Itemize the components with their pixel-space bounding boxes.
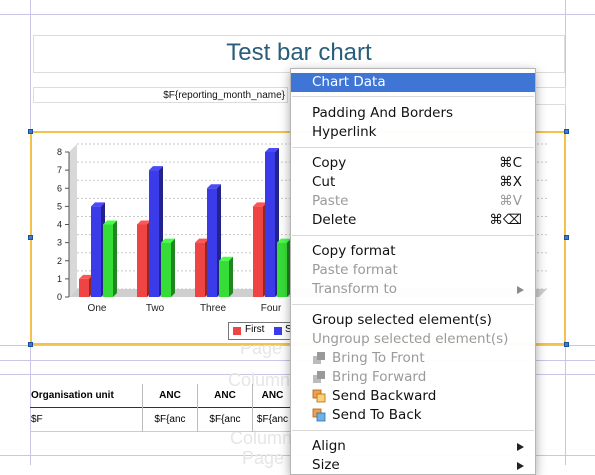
y-tick-label: 1: [57, 274, 62, 284]
bar: [103, 224, 113, 297]
menu-item-ungroup: Ungroup selected element(s): [312, 331, 509, 347]
resize-handle-w[interactable]: [28, 235, 33, 240]
menu-item-group[interactable]: Group selected element(s): [291, 311, 535, 330]
bar: [207, 188, 217, 297]
bar: [253, 206, 263, 297]
table-header-cell[interactable]: ANC: [142, 384, 198, 408]
send-backward-icon: [312, 389, 326, 403]
menu-item-copy[interactable]: Copy ⌘C: [291, 154, 535, 173]
x-tick-label: Three: [200, 303, 227, 314]
menu-item-padding-borders[interactable]: Padding And Borders: [291, 104, 535, 123]
y-tick-label: 7: [57, 165, 62, 175]
band-label: Page: [242, 448, 285, 468]
bar: [161, 242, 171, 297]
x-tick-label: One: [88, 303, 107, 314]
table-header-cell[interactable]: ANC: [197, 384, 253, 408]
table-row: $F $F{anc $F{anc $F{anc: [30, 407, 293, 432]
x-tick-label: Four: [261, 303, 282, 314]
submenu-arrow-icon: [517, 286, 524, 294]
bar: [195, 242, 205, 297]
context-menu: Chart Data Padding And Borders Hyperlink…: [290, 68, 536, 475]
menu-item-paste: Paste ⌘V: [312, 193, 522, 209]
bring-to-front-icon: [313, 352, 325, 364]
bar: [137, 224, 147, 297]
send-to-back-icon: [312, 408, 326, 422]
data-table: Organisation unit ANC ANC ANC $F $F{anc …: [30, 384, 292, 432]
bar: [79, 278, 89, 297]
menu-separator: [292, 430, 534, 431]
legend-label: First: [245, 324, 265, 335]
menu-separator: [292, 304, 534, 305]
resize-handle-ne[interactable]: [564, 129, 569, 134]
chart-legend: First S: [228, 322, 292, 340]
menu-item-copy-format[interactable]: Copy format: [291, 242, 535, 261]
resize-handle-e[interactable]: [564, 235, 569, 240]
subtitle-field-extra[interactable]: [535, 87, 566, 105]
legend-swatch: [274, 327, 282, 335]
bar: [91, 206, 101, 297]
menu-item-size[interactable]: Size: [291, 456, 535, 474]
menu-separator: [292, 96, 534, 97]
menu-item-paste-format: Paste format: [312, 262, 398, 278]
menu-item-bring-to-front: Bring To Front: [291, 349, 535, 368]
y-tick-label: 2: [57, 256, 62, 266]
bar: [277, 242, 287, 297]
bar-side: [229, 256, 233, 297]
y-tick-label: 8: [57, 147, 62, 157]
table-header-cell[interactable]: ANC: [253, 384, 293, 408]
menu-item-align[interactable]: Align: [291, 437, 535, 456]
menu-item-hyperlink[interactable]: Hyperlink: [291, 123, 535, 142]
table-header-row: Organisation unit ANC ANC ANC: [30, 384, 292, 408]
y-tick-label: 6: [57, 183, 62, 193]
y-tick-label: 0: [57, 292, 62, 302]
resize-handle-sw[interactable]: [28, 342, 33, 347]
menu-item-bring-forward: Bring Forward: [291, 368, 535, 387]
menu-item-transform-to: Transform to: [291, 280, 535, 299]
table-cell[interactable]: $F{anc: [197, 407, 253, 432]
legend-swatch: [233, 327, 241, 335]
y-tick-label: 5: [57, 201, 62, 211]
menu-item-delete[interactable]: Delete ⌘⌫: [291, 211, 535, 230]
table-cell[interactable]: $F: [30, 407, 143, 432]
bar-side: [171, 238, 175, 297]
bar: [219, 260, 229, 297]
x-tick-label: Two: [146, 303, 165, 314]
subtitle-field[interactable]: $F{reporting_month_name}: [33, 87, 288, 103]
menu-separator: [292, 147, 534, 148]
table-cell[interactable]: $F{anc: [142, 407, 198, 432]
bar: [265, 152, 275, 297]
menu-item-chart-data[interactable]: Chart Data: [291, 73, 535, 92]
menu-item-send-backward[interactable]: Send Backward: [291, 387, 535, 406]
bar: [149, 170, 159, 297]
y-tick-label: 3: [57, 238, 62, 248]
bring-forward-icon: [313, 371, 325, 383]
y-tick-label: 4: [57, 220, 62, 230]
submenu-arrow-icon: [517, 443, 524, 451]
resize-handle-se[interactable]: [564, 342, 569, 347]
menu-separator: [292, 235, 534, 236]
chart-left-wall: [69, 144, 77, 297]
band-guide: [0, 14, 595, 15]
submenu-arrow-icon: [517, 462, 524, 470]
table-cell[interactable]: $F{anc: [253, 408, 293, 432]
resize-handle-nw[interactable]: [28, 129, 33, 134]
bar-side: [113, 220, 117, 297]
menu-item-cut[interactable]: Cut ⌘X: [291, 173, 535, 192]
menu-item-send-to-back[interactable]: Send To Back: [291, 406, 535, 425]
table-header-cell[interactable]: Organisation unit: [30, 384, 143, 408]
